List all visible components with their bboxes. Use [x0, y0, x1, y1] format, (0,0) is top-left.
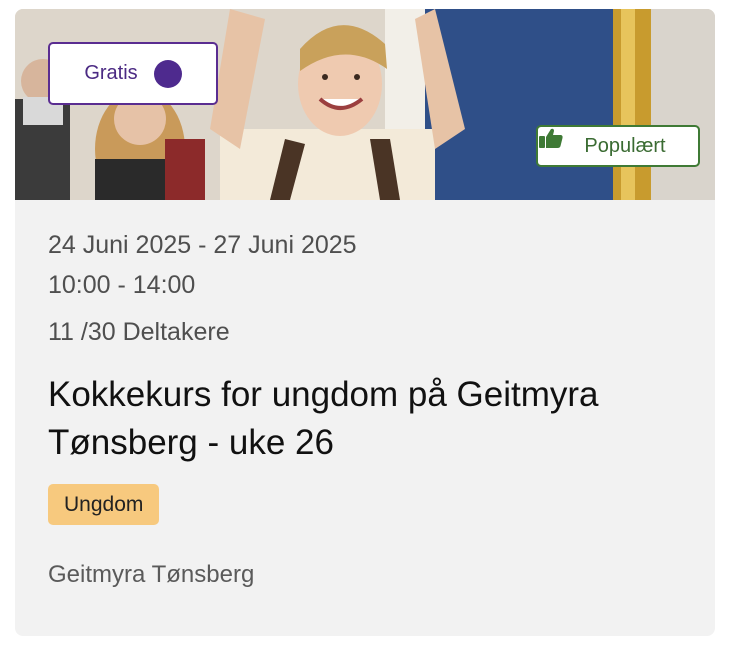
category-tag: Ungdom — [48, 484, 160, 525]
event-hero-image[interactable]: Gratis Populært — [15, 9, 715, 200]
event-location: Geitmyra Tønsberg — [48, 561, 255, 588]
event-title[interactable]: Kokkekurs for ungdom på Geitmyra Tønsber… — [48, 371, 688, 467]
free-badge-label: Gratis — [84, 62, 138, 84]
category-tag-label: Ungdom — [64, 492, 144, 516]
event-card[interactable]: Gratis Populært 24 Juni 2025 - 27 Juni 2… — [15, 9, 715, 636]
check-circle-icon — [51, 47, 182, 88]
popular-badge-label: Populært — [584, 134, 666, 157]
participants-count: 11 /30 Deltakere — [48, 318, 230, 346]
popular-badge: Populært — [536, 125, 700, 167]
free-badge: Gratis — [48, 42, 218, 105]
event-date-range: 24 Juni 2025 - 27 Juni 2025 — [48, 231, 357, 259]
event-time-range: 10:00 - 14:00 — [48, 271, 196, 299]
